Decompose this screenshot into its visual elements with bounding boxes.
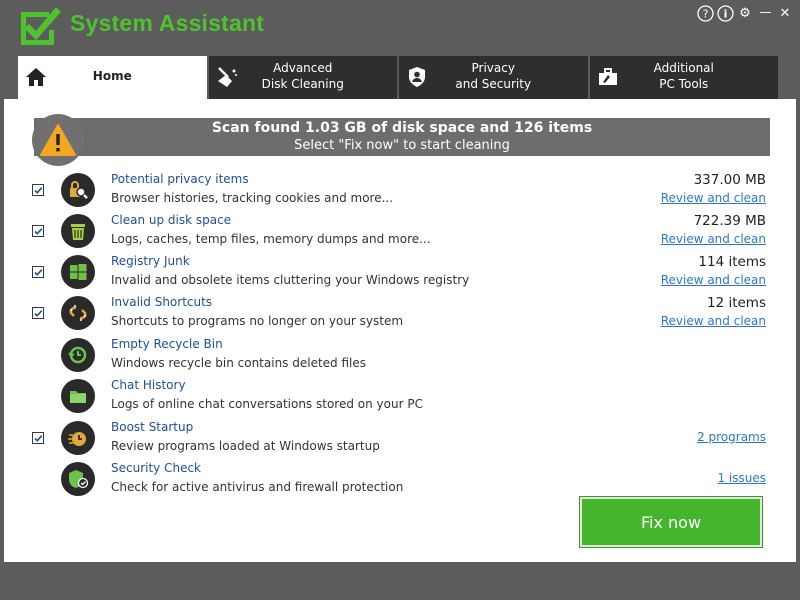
item-description: Logs, caches, temp files, memory dumps a… — [111, 232, 431, 246]
list-item-registry-junk: Registry Junk Invalid and obsolete items… — [4, 251, 796, 292]
review-and-clean-link[interactable]: Review and clean — [661, 232, 766, 246]
review-and-clean-link[interactable]: Review and clean — [661, 273, 766, 287]
app-title: System Assistant — [70, 10, 265, 36]
info-icon[interactable]: i — [716, 4, 734, 22]
list-item-chat-history: Chat History Logs of online chat convers… — [4, 375, 796, 416]
recycle-clock-icon — [61, 338, 95, 372]
chat-folder-icon — [61, 379, 95, 413]
tab-label-line1: Advanced — [273, 61, 333, 75]
item-title[interactable]: Boost Startup — [111, 420, 193, 434]
item-description: Check for active antivirus and firewall … — [111, 480, 404, 494]
list-item-recycle-bin: Empty Recycle Bin Windows recycle bin co… — [4, 334, 796, 375]
item-value: 337.00 MB — [693, 172, 766, 188]
item-description: Review programs loaded at Windows startu… — [111, 439, 380, 453]
item-title[interactable]: Clean up disk space — [111, 213, 231, 227]
list-item-boost-startup: Boost Startup Review programs loaded at … — [4, 417, 796, 458]
item-value: 722.39 MB — [693, 213, 766, 229]
warning-badge — [32, 114, 84, 166]
list-item-disk-space: Clean up disk space Logs, caches, temp f… — [4, 210, 796, 251]
tab-privacy-and-security[interactable]: Privacy and Security — [399, 56, 588, 99]
issues-link[interactable]: 1 issues — [717, 471, 766, 485]
tab-label-line2: PC Tools — [659, 77, 709, 91]
item-checkbox[interactable] — [32, 266, 44, 278]
item-title[interactable]: Potential privacy items — [111, 172, 249, 186]
scan-summary-title: Scan found 1.03 GB of disk space and 126… — [211, 120, 593, 136]
item-checkbox[interactable] — [32, 307, 44, 319]
item-checkbox[interactable] — [32, 225, 44, 237]
item-checkbox[interactable] — [32, 432, 44, 444]
tab-label: Home — [92, 69, 132, 83]
windows-icon — [61, 255, 95, 289]
close-icon[interactable]: ✕ — [776, 4, 794, 22]
tab-advanced-disk-cleaning[interactable]: Advanced Disk Cleaning — [208, 56, 397, 99]
padlock-magnifier-icon — [61, 173, 95, 207]
list-item-invalid-shortcuts: Invalid Shortcuts Shortcuts to programs … — [4, 292, 796, 333]
tab-label-line1: Privacy — [471, 61, 515, 75]
list-item-privacy: Potential privacy items Browser historie… — [4, 169, 796, 210]
broken-link-icon — [61, 296, 95, 330]
review-and-clean-link[interactable]: Review and clean — [661, 191, 766, 205]
tab-label-line1: Additional — [653, 61, 714, 75]
window-controls: ? i ⚙ — ✕ — [696, 4, 794, 22]
scan-summary-subtitle: Select "Fix now" to start cleaning — [294, 138, 510, 153]
item-description: Logs of online chat conversations stored… — [111, 397, 423, 411]
item-title[interactable]: Registry Junk — [111, 254, 190, 268]
warning-triangle-icon — [40, 124, 76, 156]
main-tabs: Home Advanced Disk Cleaning Privacy and Se… — [18, 56, 778, 99]
item-description: Browser histories, tracking cookies and … — [111, 191, 394, 205]
item-description: Invalid and obsolete items cluttering yo… — [111, 273, 470, 287]
home-panel: Scan found 1.03 GB of disk space and 126… — [4, 99, 796, 562]
item-value: 12 items — [706, 295, 766, 311]
item-title[interactable]: Chat History — [111, 378, 186, 392]
checkmark-logo-icon — [21, 7, 61, 45]
item-title[interactable]: Invalid Shortcuts — [111, 295, 212, 309]
title-bar: System Assistant ? i ⚙ — ✕ — [0, 0, 800, 50]
item-value: 114 items — [698, 254, 766, 270]
help-icon[interactable]: ? — [696, 4, 714, 22]
item-checkbox[interactable] — [32, 184, 44, 196]
fix-now-button[interactable]: Fix now — [579, 496, 763, 548]
trash-bin-icon — [61, 214, 95, 248]
item-description: Windows recycle bin contains deleted fil… — [111, 356, 367, 370]
svg-text:?: ? — [702, 7, 708, 20]
security-shield-icon — [61, 462, 95, 496]
svg-text:i: i — [723, 7, 727, 20]
item-title[interactable]: Security Check — [111, 461, 201, 475]
item-description: Shortcuts to programs no longer on your … — [111, 314, 404, 328]
tab-label-line2: and Security — [455, 77, 532, 91]
tab-additional-pc-tools[interactable]: Additional PC Tools — [589, 56, 778, 99]
speed-clock-icon — [61, 421, 95, 455]
item-title[interactable]: Empty Recycle Bin — [111, 337, 223, 351]
gear-icon[interactable]: ⚙ — [736, 4, 754, 22]
tab-home[interactable]: Home — [18, 56, 207, 99]
minimize-icon[interactable]: — — [756, 4, 774, 22]
scan-result-banner: Scan found 1.03 GB of disk space and 126… — [34, 118, 770, 156]
tab-label-line2: Disk Cleaning — [261, 77, 344, 91]
svg-text:—: — — [759, 5, 771, 19]
review-and-clean-link[interactable]: Review and clean — [661, 314, 766, 328]
programs-link[interactable]: 2 programs — [697, 430, 766, 444]
list-item-security-check: Security Check Check for active antiviru… — [4, 458, 796, 499]
